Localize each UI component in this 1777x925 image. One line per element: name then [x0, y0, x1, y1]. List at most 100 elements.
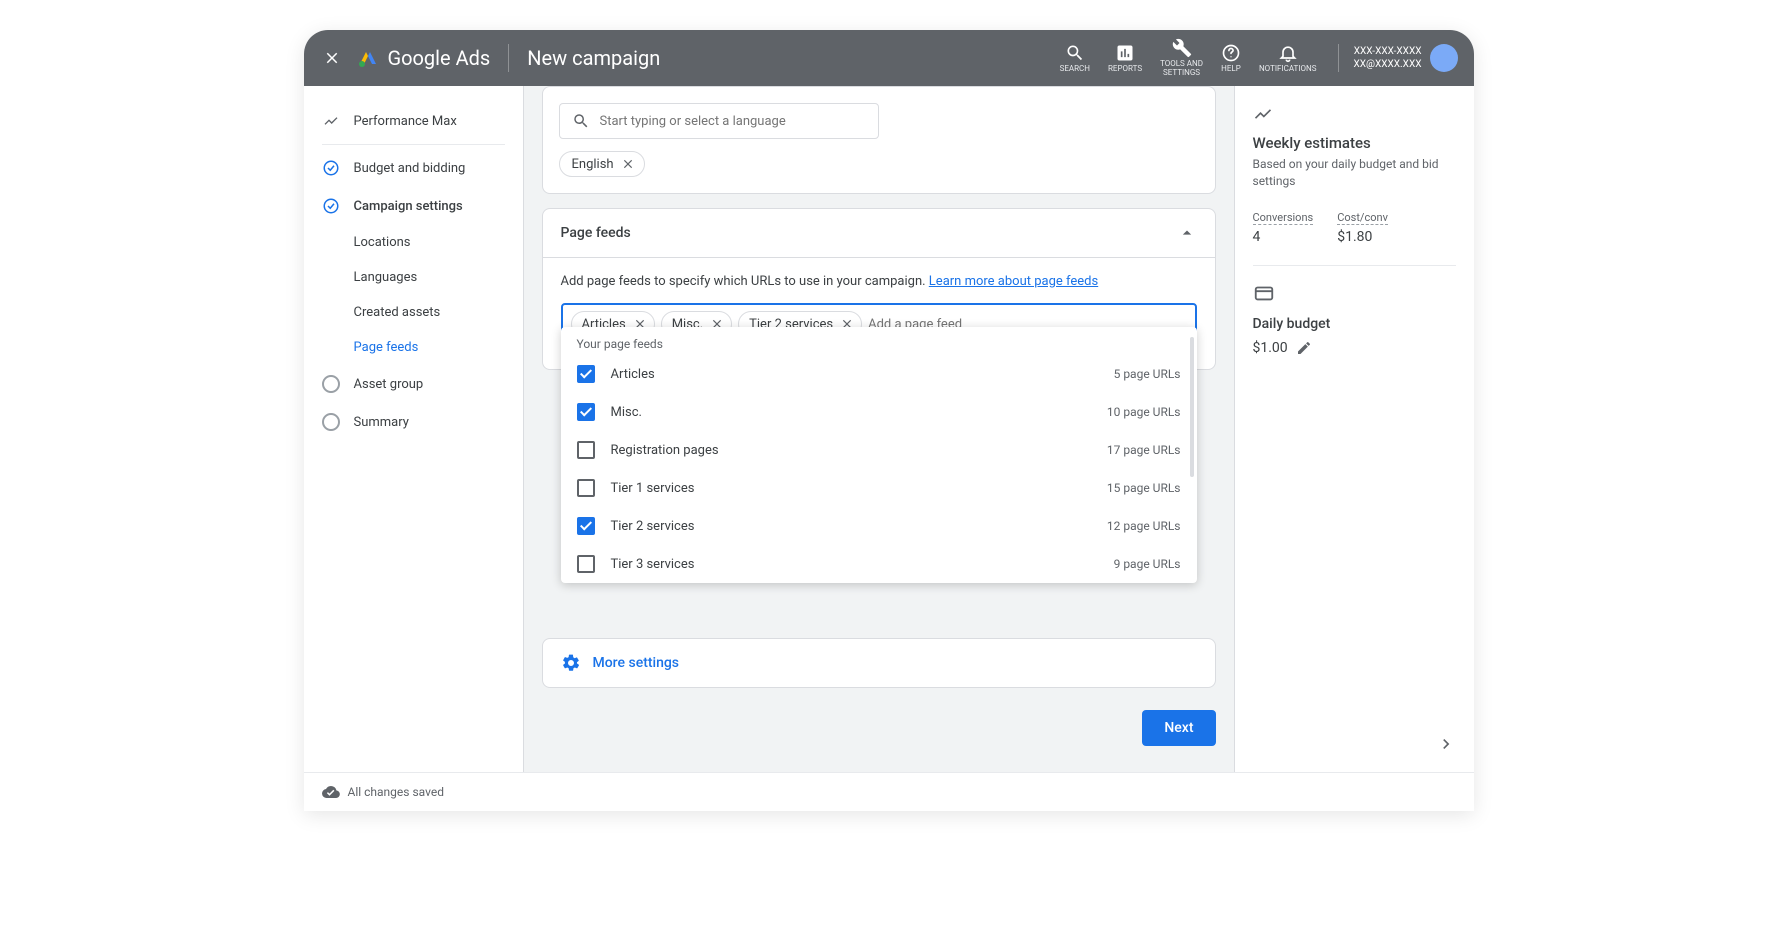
- dropdown-item-label: Articles: [611, 367, 1098, 382]
- metric-value: 4: [1253, 229, 1314, 245]
- dropdown-item-label: Tier 2 services: [611, 519, 1091, 534]
- page-feeds-card: Page feeds Add page feeds to specify whi…: [542, 208, 1216, 370]
- search-label: SEARCH: [1060, 65, 1090, 74]
- reports-icon: [1115, 43, 1135, 63]
- search-action[interactable]: SEARCH: [1060, 43, 1090, 74]
- budget-value: $1.00: [1253, 340, 1288, 356]
- edit-icon[interactable]: [1296, 340, 1312, 356]
- sidebar-item-pmax[interactable]: Performance Max: [304, 102, 523, 140]
- sidebar-label: Summary: [354, 415, 409, 430]
- sidebar-item-summary[interactable]: Summary: [304, 403, 523, 441]
- help-icon: [1221, 43, 1241, 63]
- search-icon: [1065, 43, 1085, 63]
- checkbox[interactable]: [577, 517, 595, 535]
- help-label: HELP: [1221, 65, 1241, 74]
- collapse-button[interactable]: [1436, 734, 1456, 754]
- sidebar: Performance Max Budget and bidding Campa…: [304, 86, 524, 772]
- sidebar-label: Locations: [354, 235, 411, 250]
- checkbox[interactable]: [577, 555, 595, 573]
- dropdown-item[interactable]: Tier 1 services15 page URLs: [561, 469, 1197, 507]
- bell-icon: [1278, 43, 1298, 63]
- help-action[interactable]: HELP: [1221, 43, 1241, 74]
- learn-more-link[interactable]: Learn more about page feeds: [929, 274, 1098, 289]
- sidebar-item-created-assets[interactable]: Created assets: [304, 295, 523, 330]
- radio-empty-icon: [322, 413, 340, 431]
- reports-action[interactable]: REPORTS: [1108, 43, 1142, 74]
- chevron-up-icon[interactable]: [1177, 223, 1197, 243]
- chip-remove[interactable]: [620, 156, 636, 172]
- language-chip[interactable]: English: [559, 151, 645, 177]
- checkbox[interactable]: [577, 441, 595, 459]
- dropdown-item[interactable]: Registration pages17 page URLs: [561, 431, 1197, 469]
- check-circle-icon: [322, 159, 340, 177]
- language-input-wrap[interactable]: [559, 103, 879, 139]
- dropdown-item[interactable]: Tier 2 services 12 page URLs: [561, 507, 1197, 545]
- dropdown-item-label: Misc.: [611, 405, 1091, 420]
- sidebar-label: Page feeds: [354, 340, 419, 355]
- language-input[interactable]: [600, 114, 866, 129]
- sidebar-label: Budget and bidding: [354, 161, 466, 176]
- topbar-actions: SEARCH REPORTS TOOLS AND SETTINGS HELP N…: [1060, 38, 1458, 78]
- close-button[interactable]: [320, 46, 344, 70]
- sidebar-label: Asset group: [354, 377, 424, 392]
- checkbox[interactable]: [577, 403, 595, 421]
- feeds-description: Add page feeds to specify which URLs to …: [561, 274, 1197, 289]
- more-settings-label: More settings: [593, 655, 680, 671]
- product-name: Google Ads: [388, 46, 491, 70]
- feeds-desc-text: Add page feeds to specify which URLs to …: [561, 274, 929, 289]
- dropdown-list[interactable]: Articles 5 page URLs Misc. 10 page URLs Regi…: [561, 355, 1197, 583]
- estimates-panel: Weekly estimates Based on your daily bud…: [1234, 86, 1474, 772]
- trend-icon: [322, 112, 340, 130]
- account-block[interactable]: XXX-XXX-XXXX XX@XXXX.XXX: [1338, 44, 1457, 72]
- dropdown-item-count: 15 page URLs: [1107, 481, 1181, 495]
- budget-title: Daily budget: [1253, 316, 1456, 332]
- dropdown-item-count: 9 page URLs: [1114, 557, 1181, 571]
- divider: [508, 44, 509, 72]
- account-id: XXX-XXX-XXXX: [1353, 45, 1421, 58]
- sidebar-label: Languages: [354, 270, 418, 285]
- metrics: Conversions 4 Cost/conv $1.80: [1253, 206, 1456, 245]
- dropdown-item[interactable]: Tier 3 services9 page URLs: [561, 545, 1197, 583]
- wrench-icon: [1172, 38, 1192, 58]
- dropdown-item-count: 5 page URLs: [1114, 367, 1181, 381]
- reports-label: REPORTS: [1108, 65, 1142, 74]
- next-button[interactable]: Next: [1142, 710, 1215, 746]
- dropdown-item-count: 10 page URLs: [1107, 405, 1181, 419]
- footer-bar: All changes saved: [304, 772, 1474, 811]
- sidebar-label: Campaign settings: [354, 199, 463, 214]
- metric-cost: Cost/conv $1.80: [1337, 206, 1388, 245]
- metric-label: Conversions: [1253, 211, 1314, 225]
- scrollbar[interactable]: [1190, 337, 1194, 477]
- dropdown-item[interactable]: Misc. 10 page URLs: [561, 393, 1197, 431]
- budget-row: $1.00: [1253, 340, 1456, 356]
- next-row: Next: [542, 702, 1216, 754]
- radio-empty-icon: [322, 375, 340, 393]
- sidebar-item-settings[interactable]: Campaign settings: [304, 187, 523, 225]
- close-icon: [621, 157, 635, 171]
- sidebar-item-budget[interactable]: Budget and bidding: [304, 149, 523, 187]
- chevron-right-icon: [1436, 734, 1456, 754]
- dropdown-item-count: 12 page URLs: [1107, 519, 1181, 533]
- sidebar-item-locations[interactable]: Locations: [304, 225, 523, 260]
- card-icon: [1253, 282, 1275, 304]
- sidebar-item-page-feeds[interactable]: Page feeds: [304, 330, 523, 365]
- more-settings-card[interactable]: More settings: [542, 638, 1216, 688]
- dropdown-item-label: Registration pages: [611, 443, 1091, 458]
- check-circle-icon: [322, 197, 340, 215]
- sidebar-label: Created assets: [354, 305, 441, 320]
- notifications-action[interactable]: NOTIFICATIONS: [1259, 43, 1316, 74]
- trend-icon: [1253, 104, 1456, 124]
- sidebar-item-languages[interactable]: Languages: [304, 260, 523, 295]
- product-logo: Google Ads: [356, 46, 491, 70]
- language-card: English: [542, 86, 1216, 194]
- dropdown-header: Your page feeds: [561, 327, 1197, 355]
- checkbox[interactable]: [577, 365, 595, 383]
- sidebar-item-asset-group[interactable]: Asset group: [304, 365, 523, 403]
- avatar[interactable]: [1430, 44, 1458, 72]
- close-icon: [323, 49, 341, 67]
- metric-value: $1.80: [1337, 229, 1388, 245]
- feeds-header[interactable]: Page feeds: [543, 209, 1215, 258]
- checkbox[interactable]: [577, 479, 595, 497]
- dropdown-item[interactable]: Articles 5 page URLs: [561, 355, 1197, 393]
- tools-action[interactable]: TOOLS AND SETTINGS: [1160, 38, 1203, 78]
